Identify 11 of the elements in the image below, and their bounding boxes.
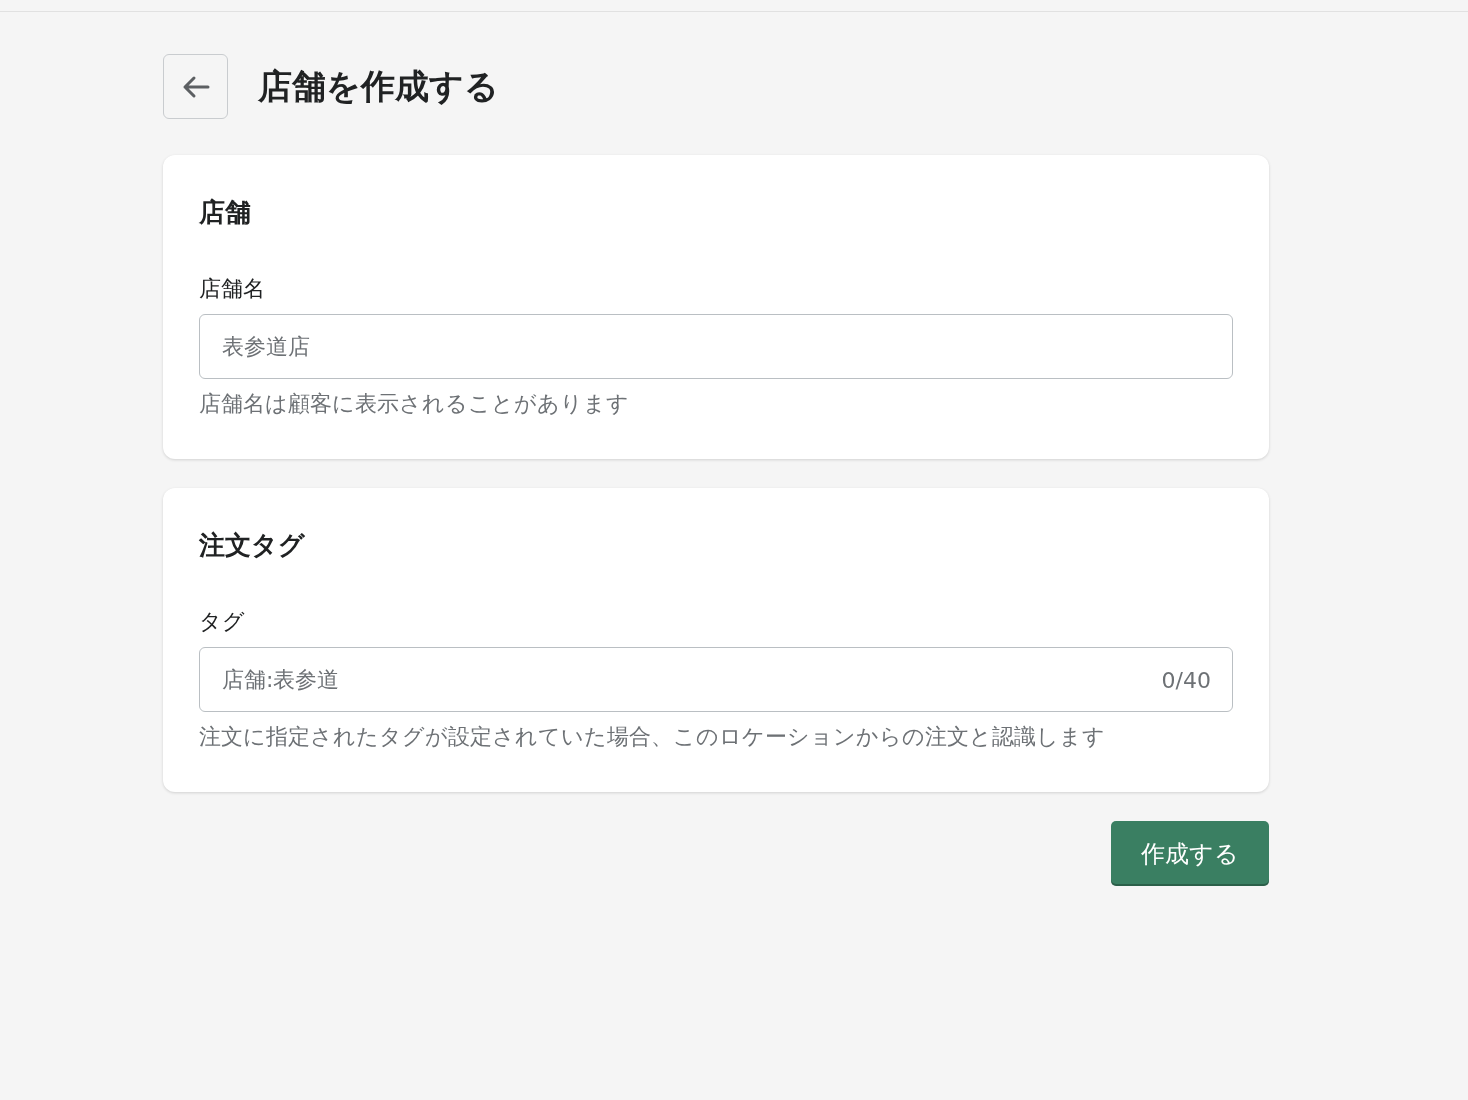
field-label: 店舗名 xyxy=(199,275,266,303)
field-label: タグ xyxy=(199,608,246,636)
card-title: 店舗 xyxy=(199,196,252,229)
help-text: 店舗名は顧客に表示されることがあります xyxy=(199,390,630,418)
help-text: 注文に指定されたタグが設定されていた場合、このロケーションからの注文と認識します xyxy=(199,723,1106,751)
input-field[interactable]: 表参道店 xyxy=(199,314,1233,379)
back-button[interactable] xyxy=(163,54,228,119)
page-title: 店舗を作成する xyxy=(258,64,499,108)
character-counter: 0/40 xyxy=(1161,667,1211,692)
card-title: 注文タグ xyxy=(199,529,306,562)
create-button[interactable]: 作成する xyxy=(1111,821,1269,886)
